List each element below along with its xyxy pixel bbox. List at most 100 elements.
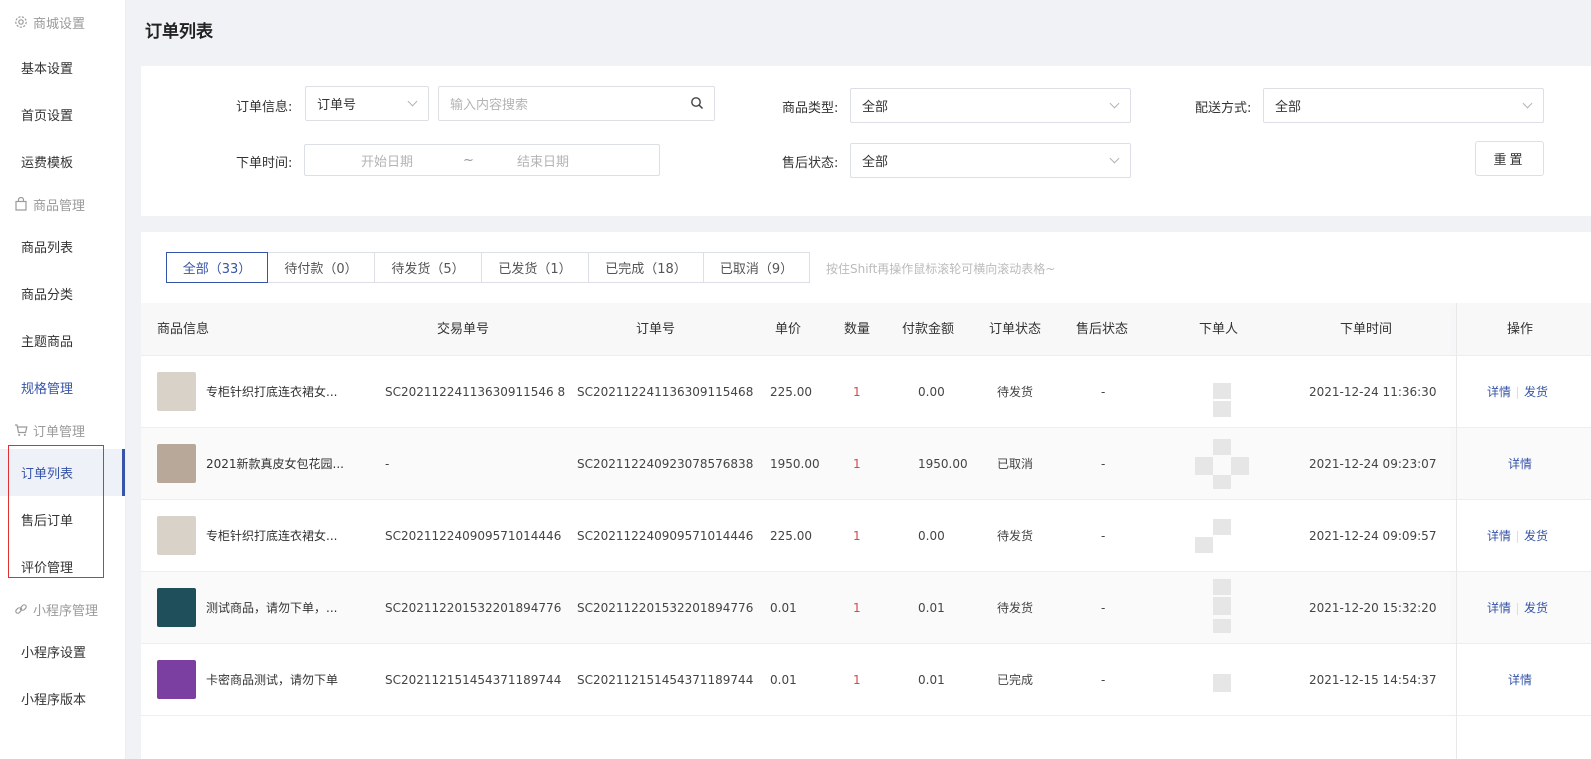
order-time: 2021-12-24 09:23:07 <box>1309 457 1437 471</box>
th-qty: 数量 <box>844 322 871 337</box>
product-name[interactable]: 2021新款真皮女包花园... <box>206 428 366 500</box>
goods-type-select[interactable]: 全部 <box>850 88 1131 123</box>
product-name[interactable]: 专柜针织打底连衣裙女... <box>206 356 366 428</box>
product-name[interactable]: 卡密商品测试，请勿下单 <box>206 644 366 716</box>
search-input[interactable]: 输入内容搜索 <box>438 86 715 121</box>
th-status: 订单状态 <box>989 322 1042 337</box>
sidebar-item-goods-list[interactable]: 商品列表 <box>0 223 125 270</box>
end-date-input[interactable]: 结束日期 <box>517 151 569 170</box>
link-icon <box>14 602 28 616</box>
tab-pending-payment[interactable]: 待付款（0） <box>267 252 375 283</box>
search-icon[interactable] <box>690 96 704 114</box>
sidebar-item-spec-management[interactable]: 规格管理 <box>0 364 125 411</box>
tab-cancelled[interactable]: 已取消（9） <box>703 252 810 283</box>
quantity: 1 <box>853 601 861 615</box>
scroll-hint: 按住Shift再操作鼠标滚轮可横向滚动表格~ <box>826 262 1056 276</box>
aftersale-status: - <box>1101 601 1106 615</box>
buyer-avatar-blurred <box>1195 537 1213 553</box>
detail-link[interactable]: 详情 <box>1508 673 1532 687</box>
paid-amount: 0.01 <box>918 601 945 615</box>
row-actions: 详情 发货 <box>1487 356 1548 428</box>
sidebar-item-home-settings[interactable]: 首页设置 <box>0 91 125 138</box>
detail-link[interactable]: 详情 <box>1487 601 1511 615</box>
fixed-column-divider <box>1456 303 1457 759</box>
date-range-picker[interactable]: 开始日期 ~ 结束日期 <box>304 144 660 176</box>
tab-pending-shipment[interactable]: 待发货（5） <box>374 252 482 283</box>
sidebar-item-order-list[interactable]: 订单列表 <box>0 449 125 496</box>
order-status: 待发货 <box>997 385 1034 399</box>
gear-icon <box>14 15 28 29</box>
detail-link[interactable]: 详情 <box>1487 385 1511 399</box>
product-thumbnail <box>157 372 196 411</box>
chevron-down-icon <box>1109 153 1120 163</box>
order-info-type-select[interactable]: 订单号 <box>305 86 429 121</box>
product-name[interactable]: 专柜针织打底连衣裙女... <box>206 500 366 572</box>
quantity: 1 <box>853 457 861 471</box>
sidebar-item-shipping-template[interactable]: 运费模板 <box>0 138 125 185</box>
sidebar-item-miniprogram-version[interactable]: 小程序版本 <box>0 675 125 722</box>
th-paid: 付款金额 <box>902 322 955 337</box>
tab-shipped[interactable]: 已发货（1） <box>481 252 589 283</box>
page-title: 订单列表 <box>145 22 213 42</box>
unit-price: 0.01 <box>770 601 797 615</box>
aftersale-status: - <box>1101 673 1106 687</box>
trade-no: - <box>385 457 390 471</box>
ship-link[interactable]: 发货 <box>1524 529 1548 543</box>
sidebar-item-review-management[interactable]: 评价管理 <box>0 543 125 590</box>
quantity: 1 <box>853 673 861 687</box>
bag-icon <box>14 197 28 211</box>
group-title-label: 小程序管理 <box>33 603 99 619</box>
order-list-panel: 全部（33） 待付款（0） 待发货（5） 已发货（1） 已完成（18） 已取消（… <box>141 232 1591 759</box>
group-title-label: 订单管理 <box>33 424 86 440</box>
sidebar-item-aftersale-orders[interactable]: 售后订单 <box>0 496 125 543</box>
group-title-label: 商城设置 <box>33 16 86 32</box>
trade-no: SC202112201532201894776 <box>385 601 562 615</box>
paid-amount: 0.01 <box>918 673 945 687</box>
detail-link[interactable]: 详情 <box>1487 529 1511 543</box>
paid-amount: 0.00 <box>918 385 945 399</box>
delivery-select[interactable]: 全部 <box>1263 88 1544 123</box>
group-title-orders: 订单管理 <box>0 411 125 449</box>
order-no: SC202112201532201894776 <box>577 601 754 615</box>
th-aftersale: 售后状态 <box>1076 322 1129 337</box>
order-no: SC202112241136309115468 <box>577 385 754 399</box>
product-name[interactable]: 测试商品，请勿下单，... <box>206 572 366 644</box>
buyer-avatar-blurred <box>1213 674 1231 692</box>
unit-price: 1950.00 <box>770 457 820 471</box>
buyer-avatar-blurred <box>1213 383 1231 399</box>
order-time: 2021-12-20 15:32:20 <box>1309 601 1437 615</box>
order-no: SC202112240923078576838 <box>577 457 754 471</box>
chevron-down-icon <box>1522 98 1533 108</box>
sidebar-item-theme-goods[interactable]: 主题商品 <box>0 317 125 364</box>
product-thumbnail <box>157 444 196 483</box>
buyer-avatar-blurred <box>1231 457 1249 475</box>
ship-link[interactable]: 发货 <box>1524 385 1548 399</box>
search-placeholder: 输入内容搜索 <box>450 98 529 113</box>
ship-link[interactable]: 发货 <box>1524 601 1548 615</box>
aftersale-status: - <box>1101 457 1106 471</box>
detail-link[interactable]: 详情 <box>1508 457 1532 471</box>
th-trade-no: 交易单号 <box>437 322 490 337</box>
reset-button[interactable]: 重置 <box>1475 141 1544 176</box>
quantity: 1 <box>853 385 861 399</box>
sidebar-item-miniprogram-settings[interactable]: 小程序设置 <box>0 628 125 675</box>
start-date-input[interactable]: 开始日期 <box>361 151 413 170</box>
table-row: 专柜针织打底连衣裙女... SC202112240909571014446 SC20… <box>141 500 1591 572</box>
delivery-value: 全部 <box>1275 100 1302 115</box>
group-title-miniprogram: 小程序管理 <box>0 590 125 628</box>
product-thumbnail <box>157 660 196 699</box>
table-row: 专柜针织打底连衣裙女... SC20211224113630911546 8 SC2… <box>141 356 1591 428</box>
paid-amount: 1950.00 <box>918 457 968 471</box>
order-status: 已完成 <box>997 673 1034 687</box>
sidebar-item-goods-category[interactable]: 商品分类 <box>0 270 125 317</box>
order-time: 2021-12-24 11:36:30 <box>1309 385 1437 399</box>
unit-price: 225.00 <box>770 529 812 543</box>
aftersale-select[interactable]: 全部 <box>850 143 1131 178</box>
tab-all[interactable]: 全部（33） <box>166 252 268 283</box>
product-thumbnail <box>157 588 196 627</box>
sidebar-item-basic-settings[interactable]: 基本设置 <box>0 44 125 91</box>
tab-completed[interactable]: 已完成（18） <box>588 252 704 283</box>
trade-no: SC202112240909571014446 <box>385 529 562 543</box>
goods-type-label: 商品类型: <box>782 101 839 116</box>
row-actions: 详情 <box>1508 644 1532 716</box>
